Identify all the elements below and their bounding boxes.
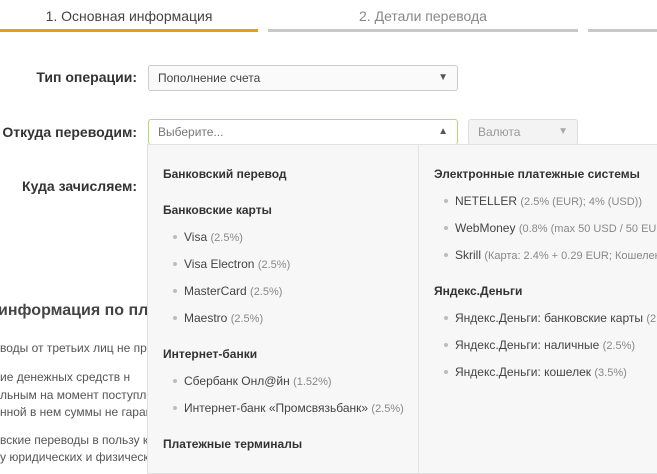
from-select[interactable]: Выберите... ▲ <box>148 119 458 145</box>
from-label: Откуда переводим: <box>2 124 137 140</box>
operation-type-select[interactable]: Пополнение счета ▼ <box>148 65 458 91</box>
group-header-internet-banks: Интернет-банки <box>163 347 258 361</box>
option-fee: (0.8% (max 50 USD / 50 EUR <box>518 223 657 235</box>
option-name: Яндекс.Деньги: кошелек <box>455 365 592 379</box>
info-line: ие денежных средств н <box>0 370 131 384</box>
option-name: WebMoney <box>455 221 516 235</box>
option-fee: (2.5%) <box>210 232 243 244</box>
step-tab-3-bar <box>588 29 657 32</box>
option-name: Интернет-банк «Промсвязьбанк» <box>184 401 369 415</box>
option-fee: (2.5%) <box>250 286 283 298</box>
bullet-icon <box>173 261 177 266</box>
chevron-up-icon: ▲ <box>438 126 448 137</box>
option-neteller[interactable]: NETELLER (2.5% (EUR); 4% (USD)) <box>444 194 642 208</box>
bullet-icon <box>173 234 177 239</box>
info-heading: информация по пл <box>0 302 149 319</box>
step-tab-1-label: 1. Основная информация <box>45 8 213 24</box>
step-tab-2-bar <box>268 29 578 32</box>
option-name: Яндекс.Деньги: банковские карты <box>455 311 643 325</box>
option-fee: (1.52%) <box>293 376 332 388</box>
option-skrill[interactable]: Skrill (Карта: 2.4% + 0.29 EUR; Кошелек <box>444 248 657 262</box>
option-fee: (2.5%) <box>371 403 404 415</box>
info-line: льным на момент поступле <box>0 388 154 402</box>
dropdown-column-divider <box>418 145 419 473</box>
bullet-icon <box>444 369 448 374</box>
option-fee: (2.5% (EUR); 4% (USD)) <box>520 196 642 208</box>
option-maestro[interactable]: Maestro (2.5%) <box>173 311 263 325</box>
step-tabs: 1. Основная информация 2. Детали перевод… <box>0 0 657 32</box>
option-fee: (2.5%) <box>602 340 636 352</box>
operation-type-value: Пополнение счета <box>158 71 261 85</box>
bullet-icon <box>444 252 448 257</box>
option-fee: (2.5%) <box>230 313 264 325</box>
currency-select-placeholder: Валюта <box>478 125 521 139</box>
info-line: воды от третьих лиц не при <box>0 341 154 355</box>
option-yandex-cash[interactable]: Яндекс.Деньги: наличные (2.5%) <box>444 338 635 352</box>
bullet-icon <box>444 225 448 230</box>
option-fee: (2 <box>646 313 657 325</box>
option-mastercard[interactable]: MasterCard (2.5%) <box>173 284 282 298</box>
option-webmoney[interactable]: WebMoney (0.8% (max 50 USD / 50 EUR <box>444 221 657 235</box>
option-name: Сбербанк Онл@йн <box>184 374 290 388</box>
option-sberbank-online[interactable]: Сбербанк Онл@йн (1.52%) <box>173 374 332 388</box>
option-visa[interactable]: Visa (2.5%) <box>173 230 243 244</box>
option-fee: (3.5%) <box>594 367 627 379</box>
chevron-down-icon: ▼ <box>438 72 448 83</box>
option-name: Maestro <box>184 311 228 325</box>
currency-select[interactable]: Валюта ▼ <box>468 119 578 145</box>
group-header-yandex-money: Яндекс.Деньги <box>434 284 523 298</box>
option-yandex-bank-cards[interactable]: Яндекс.Деньги: банковские карты (2 <box>444 311 656 325</box>
bullet-icon <box>173 405 177 410</box>
info-line: у юридических и физическ <box>0 450 149 464</box>
step-tab-1-active-bar <box>0 29 258 32</box>
chevron-down-icon: ▼ <box>558 126 568 137</box>
option-name: Skrill <box>455 248 481 262</box>
option-fee: (Карта: 2.4% + 0.29 EUR; Кошелек <box>484 250 657 262</box>
bullet-icon <box>173 288 177 293</box>
bullet-icon <box>444 315 448 320</box>
from-select-placeholder: Выберите... <box>158 125 224 139</box>
info-line: нной в нем суммы не гаран <box>0 405 153 419</box>
bullet-icon <box>444 342 448 347</box>
bullet-icon <box>173 315 177 320</box>
step-tab-1[interactable]: 1. Основная информация <box>0 0 258 32</box>
to-label: Куда зачисляем: <box>22 178 137 194</box>
group-header-e-payment-systems: Электронные платежные системы <box>434 167 640 181</box>
option-fee: (2.5%) <box>257 259 291 271</box>
option-name: Visa Electron <box>184 257 255 271</box>
option-promsvyazbank[interactable]: Интернет-банк «Промсвязьбанк» (2.5%) <box>173 401 404 415</box>
option-name: NETELLER <box>455 194 518 208</box>
option-name: MasterCard <box>184 284 247 298</box>
step-tab-2-label: 2. Детали перевода <box>359 8 487 24</box>
bullet-icon <box>444 198 448 203</box>
option-name: Visa <box>184 230 208 244</box>
step-tab-2[interactable]: 2. Детали перевода <box>268 0 578 32</box>
step-tab-3[interactable] <box>588 0 657 32</box>
option-visa-electron[interactable]: Visa Electron (2.5%) <box>173 257 290 271</box>
option-name: Яндекс.Деньги: наличные <box>455 338 600 352</box>
info-line: вские переводы в пользу к <box>0 433 149 447</box>
group-header-bank-cards: Банковские карты <box>163 203 272 217</box>
option-yandex-wallet[interactable]: Яндекс.Деньги: кошелек (3.5%) <box>444 365 627 379</box>
operation-type-label: Тип операции: <box>36 69 137 85</box>
from-dropdown-menu: Банковский перевод Банковские карты Visa… <box>147 144 657 474</box>
group-header-bank-transfer[interactable]: Банковский перевод <box>163 167 287 181</box>
bullet-icon <box>173 378 177 383</box>
group-header-payment-terminals: Платежные терминалы <box>163 437 303 451</box>
